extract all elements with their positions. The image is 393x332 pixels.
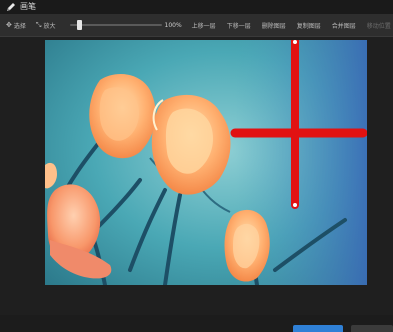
copy-layer-button[interactable]: 复制图层 [297, 21, 321, 30]
delete-layer-label: 删除图层 [261, 22, 286, 30]
photo-canvas[interactable] [45, 40, 367, 285]
expand-arrows-icon: ⤡ [35, 20, 42, 29]
pen-icon [7, 3, 15, 11]
zoom-value: 100% [164, 21, 182, 29]
toolbar: ✥ 选择 ⤡ 放大 100% 上移一层 下移一层 删除图层 复制图层 合并图层 … [0, 14, 393, 37]
move-up-layer-label: 上移一层 [191, 22, 216, 30]
zoom-button[interactable]: ⤡ 放大 [36, 21, 56, 30]
move-down-layer-label: 下移一层 [226, 22, 251, 30]
delete-layer-button[interactable]: 删除图层 [262, 21, 286, 30]
title-bar: 画笔 [0, 0, 393, 14]
select-label: 选择 [13, 22, 26, 30]
extra-tool-label: 移动位置 [366, 22, 391, 30]
orange-poppy-flowers-photo [45, 40, 367, 285]
zoom-slider[interactable] [69, 20, 162, 30]
extra-tool-button[interactable]: 移动位置 [367, 21, 391, 30]
brush-editor-window: 画笔 ✥ 选择 ⤡ 放大 100% 上移一层 下移一层 删除图层 复制图层 合并… [0, 0, 393, 332]
merge-layer-label: 合并图层 [331, 22, 356, 30]
cancel-button[interactable] [351, 325, 393, 332]
window-title: 画笔 [20, 2, 36, 11]
zoom-label: 放大 [43, 22, 56, 30]
zoom-slider-thumb[interactable] [76, 20, 82, 30]
move-down-layer-button[interactable]: 下移一层 [227, 21, 251, 30]
merge-layer-button[interactable]: 合并图层 [332, 21, 356, 30]
move-arrows-icon: ✥ [6, 21, 12, 29]
confirm-button[interactable] [293, 325, 343, 332]
zoom-slider-track [69, 24, 162, 26]
move-up-layer-button[interactable]: 上移一层 [192, 21, 216, 30]
select-button[interactable]: ✥ 选择 [6, 21, 26, 30]
copy-layer-label: 复制图层 [296, 22, 321, 30]
